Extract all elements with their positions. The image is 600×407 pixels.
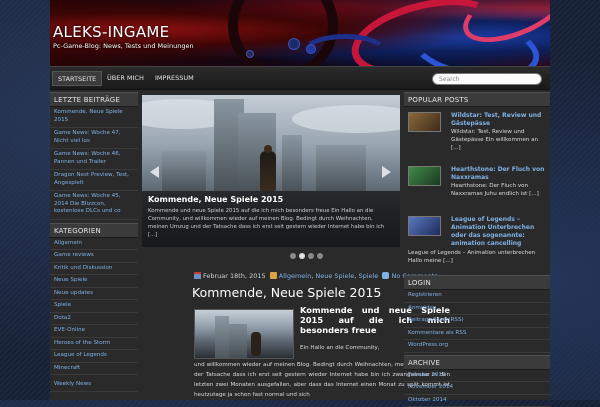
thumb-tower (229, 324, 247, 359)
gamepad-button-icon (246, 50, 254, 58)
post-greeting: Ein Hallo an die Community, (300, 345, 380, 351)
slider-prev-arrow-icon[interactable] (150, 166, 159, 178)
category-link[interactable]: EVE-Online (50, 325, 138, 338)
recent-post-link[interactable]: Game News: Woche 45, 2014 Die Blizzcon, … (50, 191, 138, 220)
featured-slider[interactable]: Kommende, Neue Spiele 2015 Kommende und … (142, 95, 400, 247)
widget-title-archive: ARCHIVE (404, 355, 550, 370)
site-title[interactable]: ALEKS-INGAME (53, 23, 169, 41)
slider-pagination (290, 252, 350, 260)
gamepad-button-icon (306, 44, 316, 54)
archive-link[interactable]: Februar 2015 (404, 370, 550, 383)
popular-post-title[interactable]: League of Legends – Animation Unterbrech… (451, 216, 546, 248)
slider-dot[interactable] (299, 253, 305, 259)
slider-next-arrow-icon[interactable] (382, 166, 391, 178)
recent-post-link[interactable]: Game News: Woche 47, Nicht viel los (50, 128, 138, 149)
recent-post-link[interactable]: Dragon Nest Preview, Test, Angespielt (50, 170, 138, 191)
slide-title[interactable]: Kommende, Neue Spiele 2015 (148, 195, 394, 204)
widget-title-categories: KATEGORIEN (50, 223, 138, 238)
widget-title-recent: LETZTE BEITRÄGE (50, 92, 138, 107)
site-description: Pc-Game-Blog: News, Tests und Meinungen (53, 42, 194, 50)
gamepad-button-icon (288, 38, 300, 50)
left-sidebar: LETZTE BEITRÄGE Kommende, Neue Spiele 20… (50, 92, 138, 392)
category-link[interactable]: Kritik und Diskussion (50, 263, 138, 276)
category-link[interactable]: Dota2 (50, 313, 138, 326)
popular-post: League of Legends – Animation Unterbrech… (404, 211, 550, 273)
login-link[interactable]: Registrieren (404, 290, 550, 303)
category-link[interactable]: Game reviews (50, 250, 138, 263)
post-category-link[interactable]: Allgemein (279, 272, 311, 280)
popular-post-thumbnail[interactable] (408, 166, 441, 186)
search-input[interactable] (432, 73, 542, 85)
archive-link[interactable]: November 2014 (404, 382, 550, 395)
post-title[interactable]: Kommende, Neue Spiele 2015 (192, 285, 381, 300)
thumb-character (251, 332, 261, 356)
page-wrapper: ALEKS-INGAME Pc-Game-Blog: News, Tests u… (50, 0, 550, 400)
login-link[interactable]: Beitrags-Feed (RSS) (404, 315, 550, 328)
widget-title-popular: POPULAR POSTS (404, 92, 550, 107)
popular-post-excerpt: League of Legends – Animation unterbrech… (408, 249, 546, 265)
main-navigation: STARTSEITE ÜBER MICH IMPRESSUM (50, 66, 550, 90)
slide-tower (316, 145, 366, 191)
post-date: Februar 18th, 2015 (203, 272, 266, 280)
slider-dot[interactable] (308, 253, 314, 259)
slide-tower (282, 135, 302, 191)
slide-excerpt: Kommende und neue Spiele 2015 auf die ic… (148, 207, 394, 239)
nav-item-impressum[interactable]: IMPRESSUM (150, 71, 199, 86)
popular-post-title[interactable]: Wildstar: Test, Review und Gästepässe (451, 112, 546, 128)
slide-caption: Kommende, Neue Spiele 2015 Kommende und … (142, 191, 400, 247)
categories-list: Allgemein Game reviews Kritik und Diskus… (50, 238, 138, 392)
login-links: Registrieren Anmelden Beitrags-Feed (RSS… (404, 290, 550, 353)
popular-post-title[interactable]: Hearthstone: Der Fluch von Naxxramas (451, 166, 546, 182)
login-link[interactable]: WordPress.org (404, 340, 550, 353)
popular-post: Hearthstone: Der Fluch von Naxxramas Hea… (404, 161, 550, 211)
category-link[interactable]: Spiele (50, 300, 138, 313)
nav-item-startseite[interactable]: STARTSEITE (52, 71, 102, 86)
folder-icon (270, 272, 277, 279)
slider-dot[interactable] (317, 253, 323, 259)
login-link[interactable]: Anmelden (404, 303, 550, 316)
category-link[interactable]: League of Legends (50, 350, 138, 363)
recent-post-link[interactable]: Game News: Woche 46, Pannen und Trailer (50, 149, 138, 170)
category-link[interactable]: Neue updates (50, 288, 138, 301)
archive-link[interactable]: Oktober 2014 (404, 395, 550, 407)
category-link[interactable]: Heroes of the Storm (50, 338, 138, 351)
slider-dot[interactable] (290, 253, 296, 259)
nav-item-ueber-mich[interactable]: ÜBER MICH (102, 71, 149, 86)
comment-icon (382, 272, 389, 279)
post-thumbnail[interactable] (194, 309, 294, 359)
category-link[interactable]: Neue Spiele (50, 275, 138, 288)
recent-posts-list: Kommende, Neue Spiele 2015 Game News: Wo… (50, 107, 138, 220)
category-link[interactable]: Minecraft (50, 363, 138, 376)
slide-character (260, 151, 276, 191)
popular-post-thumbnail[interactable] (408, 216, 441, 236)
popular-post: Wildstar: Test, Review und Gästepässe Wi… (404, 107, 550, 161)
recent-post-link[interactable]: Kommende, Neue Spiele 2015 (50, 107, 138, 128)
category-link[interactable]: Allgemein (50, 238, 138, 251)
thumb-tower (215, 316, 229, 359)
login-link[interactable]: Kommentare als RSS (404, 328, 550, 341)
post-category-link[interactable]: Spiele (358, 272, 378, 280)
header-banner: ALEKS-INGAME Pc-Game-Blog: News, Tests u… (50, 0, 550, 66)
category-link[interactable]: Weekly News (50, 379, 138, 392)
calendar-icon (194, 272, 201, 279)
slide-tower (162, 151, 206, 191)
archive-list: Februar 2015 November 2014 Oktober 2014 (404, 370, 550, 407)
widget-title-login: LOGIN (404, 275, 550, 290)
post-category-link[interactable]: Neue Spiele (315, 272, 354, 280)
popular-post-thumbnail[interactable] (408, 112, 441, 132)
right-sidebar: POPULAR POSTS Wildstar: Test, Review und… (404, 92, 550, 407)
popular-post-excerpt: Wildstar: Test, Review und Gästepässe Ei… (451, 128, 546, 152)
slide-cloud (292, 105, 400, 133)
popular-post-excerpt: Hearthstone: Der Fluch von Naxxramas Juh… (451, 182, 546, 198)
